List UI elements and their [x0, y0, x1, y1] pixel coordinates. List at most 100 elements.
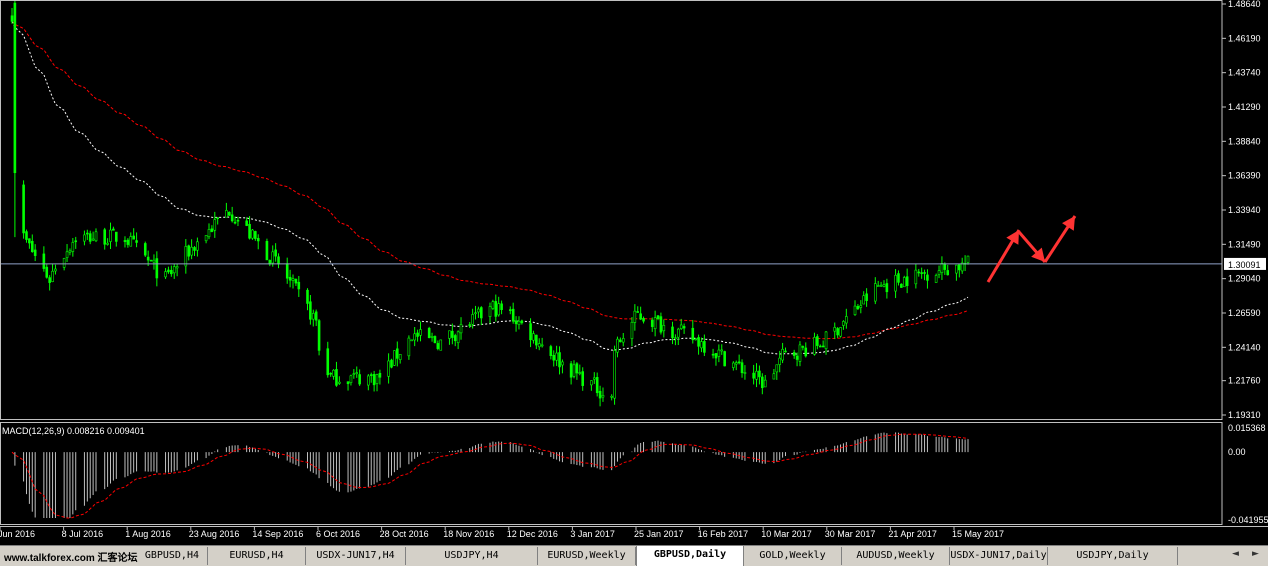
candle[interactable]	[88, 230, 92, 245]
candle[interactable]	[758, 365, 761, 385]
chart-tab-gbpusd-daily[interactable]: GBPUSD,Daily	[636, 546, 744, 566]
candle[interactable]	[905, 268, 909, 294]
candle[interactable]	[114, 231, 118, 247]
candle[interactable]	[196, 237, 199, 257]
candle[interactable]	[477, 306, 480, 318]
tab-scroll-left-icon[interactable]: ◄	[1232, 549, 1239, 559]
candle[interactable]	[251, 228, 254, 240]
candle[interactable]	[671, 321, 674, 345]
chart-tab-usdx-jun17-daily[interactable]: USDX-JUN17,Daily	[950, 547, 1048, 565]
candle[interactable]	[126, 238, 130, 248]
candle[interactable]	[937, 265, 941, 279]
candle[interactable]	[451, 323, 454, 345]
candle[interactable]	[349, 374, 353, 386]
candle[interactable]	[155, 251, 159, 287]
candle[interactable]	[795, 352, 799, 367]
candle[interactable]	[824, 331, 828, 355]
candle[interactable]	[285, 257, 289, 284]
candle[interactable]	[497, 296, 500, 317]
candle[interactable]	[210, 225, 214, 233]
candle[interactable]	[25, 229, 28, 243]
chart-tab-usdx-jun17-h4[interactable]: USDX-JUN17,H4	[306, 547, 406, 565]
candle[interactable]	[555, 345, 558, 366]
chart-tab-eurusd-h4[interactable]: EURUSD,H4	[208, 547, 306, 565]
candle[interactable]	[230, 206, 234, 223]
chart-tab-eurusd-weekly[interactable]: EURUSD,Weekly	[538, 547, 636, 565]
candle[interactable]	[143, 241, 147, 257]
candle[interactable]	[22, 180, 25, 239]
candle[interactable]	[743, 365, 747, 380]
candle[interactable]	[955, 264, 958, 281]
candle[interactable]	[963, 255, 967, 272]
candle[interactable]	[439, 339, 443, 351]
candle[interactable]	[346, 381, 350, 391]
candle[interactable]	[393, 350, 396, 366]
candle[interactable]	[897, 270, 900, 286]
candle[interactable]	[613, 345, 616, 405]
candle[interactable]	[91, 231, 95, 242]
candle[interactable]	[900, 283, 903, 288]
candle[interactable]	[387, 353, 390, 384]
candle[interactable]	[184, 239, 188, 274]
candle[interactable]	[367, 374, 370, 391]
candle[interactable]	[856, 303, 860, 311]
candle[interactable]	[839, 327, 842, 338]
candle[interactable]	[761, 373, 764, 395]
candle[interactable]	[842, 320, 845, 330]
candle[interactable]	[33, 244, 37, 262]
candle[interactable]	[294, 278, 298, 286]
candle[interactable]	[71, 237, 75, 257]
candle[interactable]	[833, 322, 837, 340]
candle[interactable]	[511, 302, 515, 324]
price-chart[interactable]: MACD(12,26,9) 0.008216 0.009401 1.30091 1…	[0, 0, 1268, 545]
candle[interactable]	[923, 269, 926, 281]
candle[interactable]	[164, 268, 167, 279]
candle[interactable]	[818, 344, 822, 348]
candle[interactable]	[427, 326, 431, 339]
candle[interactable]	[590, 380, 593, 391]
candle[interactable]	[575, 362, 579, 380]
candle[interactable]	[616, 336, 619, 358]
candle[interactable]	[958, 264, 961, 278]
candle[interactable]	[332, 369, 335, 380]
candle[interactable]	[494, 294, 498, 322]
candle[interactable]	[42, 246, 46, 272]
candle[interactable]	[410, 339, 414, 342]
candle[interactable]	[216, 217, 219, 225]
candle[interactable]	[552, 350, 556, 367]
candle[interactable]	[83, 230, 86, 246]
candle[interactable]	[879, 281, 883, 287]
candle[interactable]	[882, 280, 886, 288]
candle[interactable]	[535, 334, 538, 350]
candle[interactable]	[520, 319, 524, 325]
candle[interactable]	[917, 268, 921, 277]
candle[interactable]	[720, 344, 724, 355]
candle[interactable]	[314, 309, 318, 326]
candle[interactable]	[112, 226, 115, 231]
candle[interactable]	[642, 316, 645, 324]
candle[interactable]	[598, 385, 602, 407]
candle[interactable]	[254, 230, 257, 241]
candle[interactable]	[763, 374, 767, 388]
candle[interactable]	[480, 306, 483, 326]
candle[interactable]	[74, 236, 78, 249]
candle[interactable]	[752, 364, 755, 385]
candle[interactable]	[636, 306, 640, 313]
candle[interactable]	[572, 360, 576, 379]
candle[interactable]	[775, 364, 779, 380]
candle[interactable]	[798, 341, 802, 367]
candle[interactable]	[277, 253, 280, 269]
candle[interactable]	[190, 239, 193, 260]
candle[interactable]	[335, 361, 338, 387]
candle[interactable]	[723, 350, 726, 367]
candle[interactable]	[187, 244, 191, 261]
candle[interactable]	[291, 274, 295, 289]
candle[interactable]	[474, 305, 477, 320]
candle[interactable]	[500, 300, 503, 315]
candle[interactable]	[54, 264, 57, 275]
candle[interactable]	[549, 344, 553, 360]
candle[interactable]	[873, 277, 877, 305]
candle[interactable]	[297, 276, 301, 297]
candle[interactable]	[175, 263, 179, 277]
candle[interactable]	[106, 238, 109, 246]
